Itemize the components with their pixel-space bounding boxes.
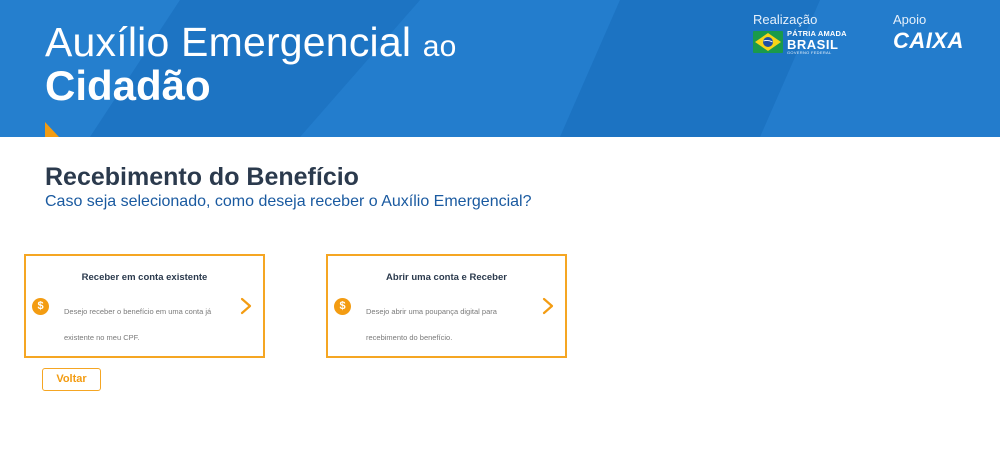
caixa-logo: CAIXA — [893, 28, 964, 53]
banner-title-line1: Auxílio Emergencial ao — [45, 19, 457, 65]
dollar-coin-icon: $ — [334, 298, 351, 315]
apoio-label: Apoio — [893, 12, 927, 27]
page-title: Recebimento do Benefício — [45, 163, 359, 191]
option-card-title: Receber em conta existente — [81, 272, 208, 283]
governo-federal-logo: PÁTRIA AMADA BRASIL GOVERNO FEDERAL — [753, 30, 847, 55]
brasil-logo-line3: GOVERNO FEDERAL — [787, 49, 832, 55]
header-banner: Auxílio Emergencial ao Cidadão Realizaçã… — [0, 0, 1000, 137]
banner-accent-notch — [45, 122, 59, 137]
brasil-logo-line2: BRASIL — [787, 36, 839, 52]
option-card-title: Abrir uma conta e Receber — [386, 272, 507, 283]
option-card-description: Desejo abrir uma poupança digital para r… — [366, 307, 497, 342]
banner-title-line2: Cidadão — [45, 62, 211, 109]
sponsor-realizacao: Realização PÁTRIA AMADA BRASIL GOVERNO F… — [753, 12, 847, 55]
page-subtitle: Caso seja selecionado, como deseja receb… — [45, 193, 532, 210]
chevron-right-icon — [240, 297, 252, 315]
dollar-coin-icon: $ — [32, 298, 49, 315]
realizacao-label: Realização — [753, 12, 818, 27]
option-card-open-account[interactable]: Abrir uma conta e Receber $ Desejo abrir… — [326, 254, 567, 358]
banner-title: Auxílio Emergencial ao Cidadão — [45, 22, 457, 107]
banner-title-suffix: ao — [422, 30, 457, 63]
back-button[interactable]: Voltar — [42, 368, 101, 391]
brazil-flag-icon — [753, 31, 783, 54]
sponsor-apoio: Apoio CAIXA — [893, 12, 964, 54]
option-card-description: Desejo receber o benefício em uma conta … — [64, 307, 212, 342]
chevron-right-icon — [542, 297, 554, 315]
option-card-existing-account[interactable]: Receber em conta existente $ Desejo rece… — [24, 254, 265, 358]
